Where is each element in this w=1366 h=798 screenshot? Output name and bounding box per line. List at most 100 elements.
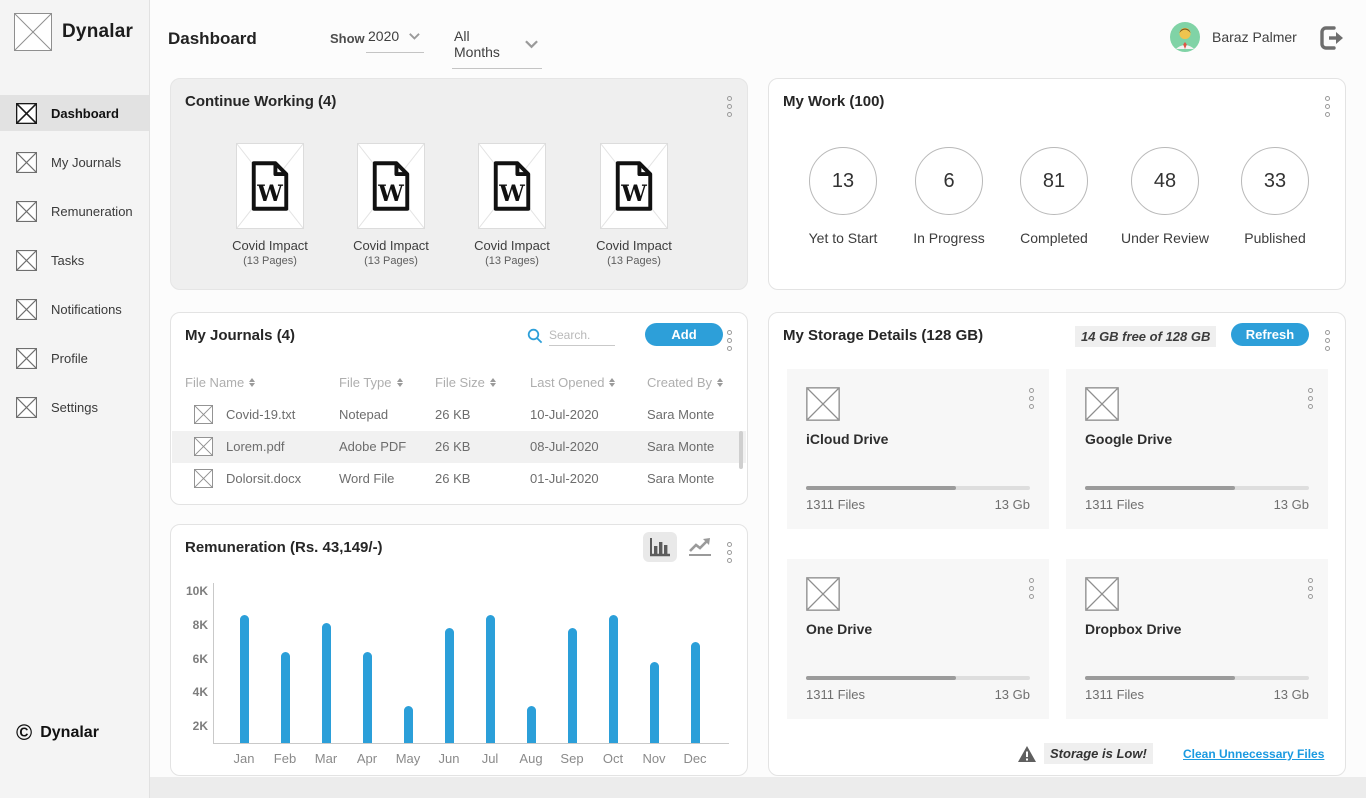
document-name: Covid Impact [586, 238, 682, 253]
show-label: Show [330, 31, 365, 46]
journal-search [527, 326, 615, 346]
stat-value: 13 [809, 147, 877, 215]
word-document-icon: W [490, 160, 534, 212]
table-row[interactable]: Dolorsit.docxWord File26 KB01-Jul-2020Sa… [172, 463, 746, 495]
search-icon [527, 328, 543, 344]
table-row[interactable]: Covid-19.txtNotepad26 KB10-Jul-2020Sara … [172, 399, 746, 431]
my-work-title: My Work (100) [783, 93, 884, 110]
column-header-created-by[interactable]: Created By [647, 375, 723, 390]
work-stat-published: 33Published [1220, 147, 1330, 246]
bar-chart-toggle-button[interactable] [643, 532, 677, 562]
chart-bar-dec [691, 642, 700, 743]
drive-placeholder-icon [806, 577, 840, 616]
refresh-button[interactable]: Refresh [1231, 323, 1309, 346]
clean-files-link[interactable]: Clean Unnecessary Files [1183, 747, 1324, 761]
drive-usage-fill [1085, 486, 1235, 490]
user-profile[interactable]: Baraz Palmer [1170, 22, 1297, 52]
month-dropdown[interactable]: All Months [452, 26, 542, 69]
document-tile[interactable]: WCovid Impact(13 Pages) [222, 143, 318, 267]
kebab-menu-icon[interactable] [1027, 576, 1036, 601]
sidebar-item-icon [16, 103, 37, 124]
column-header-file-type[interactable]: File Type [339, 375, 403, 390]
remuneration-bar-chart: 2K4K6K8K10KJanFebMarAprMayJunJulAugSepOc… [213, 583, 729, 744]
sidebar-item-tasks[interactable]: Tasks [0, 242, 149, 278]
sidebar-footer: © Dynalar [16, 722, 99, 744]
x-axis-label: Apr [347, 751, 387, 766]
app-root: Dynalar Dashboard My Journals Remuneration… [0, 0, 1366, 798]
footer-brand-name: Dynalar [40, 724, 99, 742]
kebab-menu-icon[interactable] [1306, 386, 1315, 411]
svg-text:W: W [498, 181, 525, 207]
remuneration-card: Remuneration (Rs. 43,149/-) 2K4K6K8K10KJ… [170, 524, 748, 776]
copyright-icon: © [16, 722, 32, 744]
drive-placeholder-icon [1085, 577, 1119, 616]
year-dropdown[interactable]: 2020 [366, 26, 424, 53]
x-axis-label: May [388, 751, 428, 766]
drive-usage-bar [806, 676, 1030, 680]
sidebar-item-icon [16, 152, 37, 173]
add-button[interactable]: Add [645, 323, 723, 346]
column-header-last-opened[interactable]: Last Opened [530, 375, 615, 390]
table-row[interactable]: Lorem.pdfAdobe PDF26 KB08-Jul-2020Sara M… [172, 431, 746, 463]
document-tile[interactable]: WCovid Impact(13 Pages) [586, 143, 682, 267]
document-name: Covid Impact [464, 238, 560, 253]
column-header-file-name[interactable]: File Name [185, 375, 255, 390]
x-axis-label: Dec [675, 751, 715, 766]
x-axis-label: Aug [511, 751, 551, 766]
sidebar-item-remuneration[interactable]: Remuneration [0, 193, 149, 229]
chart-bar-mar [322, 623, 331, 743]
line-chart-toggle-button[interactable] [683, 532, 717, 562]
document-tile[interactable]: WCovid Impact(13 Pages) [343, 143, 439, 267]
kebab-menu-icon[interactable] [725, 94, 734, 119]
drive-files-count: 1311 Files [1085, 687, 1144, 702]
drive-tile-icloud-drive[interactable]: iCloud Drive1311 Files13 Gb [787, 369, 1049, 529]
drive-placeholder-icon [1085, 387, 1119, 426]
kebab-menu-icon[interactable] [725, 328, 734, 353]
chart-bar-jan [240, 615, 249, 743]
drive-tile-google-drive[interactable]: Google Drive1311 Files13 Gb [1066, 369, 1328, 529]
x-axis-label: Jun [429, 751, 469, 766]
stat-value: 48 [1131, 147, 1199, 215]
document-name: Covid Impact [343, 238, 439, 253]
sidebar-item-notifications[interactable]: Notifications [0, 291, 149, 327]
drive-usage-fill [806, 486, 956, 490]
search-input[interactable] [549, 326, 615, 346]
page-title: Dashboard [168, 29, 257, 49]
cell-file_name: Lorem.pdf [226, 439, 285, 454]
placeholder-x-icon [194, 437, 213, 456]
cell-file_size: 26 KB [435, 407, 470, 422]
sidebar-item-settings[interactable]: Settings [0, 389, 149, 425]
bar-chart-icon [649, 537, 671, 557]
kebab-menu-icon[interactable] [1027, 386, 1036, 411]
table-scrollbar[interactable] [739, 431, 743, 469]
logout-button[interactable] [1318, 24, 1346, 52]
drive-name: iCloud Drive [806, 431, 888, 447]
stat-value: 33 [1241, 147, 1309, 215]
work-stat-yet-to-start: 13Yet to Start [788, 147, 898, 246]
drive-tile-one-drive[interactable]: One Drive1311 Files13 Gb [787, 559, 1049, 719]
drive-tile-dropbox-drive[interactable]: Dropbox Drive1311 Files13 Gb [1066, 559, 1328, 719]
svg-text:W: W [620, 181, 647, 207]
chart-bar-feb [281, 652, 290, 743]
sidebar: Dynalar Dashboard My Journals Remuneration… [0, 0, 150, 798]
column-label: Last Opened [530, 375, 604, 390]
sort-icon [397, 378, 403, 387]
x-axis-label: Oct [593, 751, 633, 766]
sidebar-item-dashboard[interactable]: Dashboard [0, 95, 149, 131]
sidebar-item-profile[interactable]: Profile [0, 340, 149, 376]
sidebar-item-my-journals[interactable]: My Journals [0, 144, 149, 180]
stat-label: In Progress [894, 230, 1004, 246]
cell-file_size: 26 KB [435, 471, 470, 486]
kebab-menu-icon[interactable] [1306, 576, 1315, 601]
kebab-menu-icon[interactable] [1323, 94, 1332, 119]
kebab-menu-icon[interactable] [725, 540, 734, 565]
kebab-menu-icon[interactable] [1323, 328, 1332, 353]
sidebar-item-label: Notifications [51, 302, 122, 317]
drive-usage-bar [1085, 676, 1309, 680]
document-tile[interactable]: WCovid Impact(13 Pages) [464, 143, 560, 267]
column-header-file-size[interactable]: File Size [435, 375, 496, 390]
cell-last_opened: 01-Jul-2020 [530, 471, 599, 486]
chart-bar-sep [568, 628, 577, 743]
sidebar-item-label: Settings [51, 400, 98, 415]
continue-working-title: Continue Working (4) [185, 93, 336, 110]
